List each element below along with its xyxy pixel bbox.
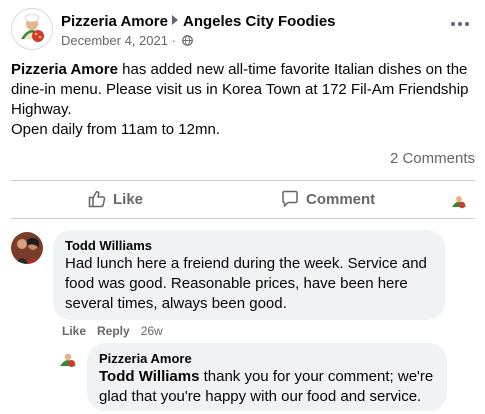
comment-bubble: Todd Williams Had lunch here a freiend d… — [53, 230, 445, 320]
commenter-avatar[interactable] — [11, 232, 43, 264]
comment-as-avatar[interactable] — [449, 191, 469, 211]
post-meta: December 4, 2021 · — [61, 33, 193, 48]
reply-bubble: Pizzeria Amore Todd Williams thank you f… — [87, 343, 447, 411]
comment-like-button[interactable]: Like — [62, 324, 86, 338]
comment-actions: Like Reply 26w — [62, 324, 174, 338]
more-horizontal-icon[interactable] — [451, 20, 469, 28]
thumbs-up-icon — [88, 191, 106, 208]
reply-text-container: Todd Williams thank you for your comment… — [99, 367, 435, 407]
reply-mention[interactable]: Todd Williams — [99, 368, 199, 385]
reply-author[interactable]: Pizzeria Amore — [99, 351, 435, 367]
comment-button[interactable]: Comment — [280, 187, 375, 211]
page-name-link[interactable]: Pizzeria Amore — [61, 13, 168, 30]
page-avatar[interactable] — [11, 8, 53, 50]
caret-right-icon — [172, 15, 178, 25]
post-title: Pizzeria Amore Angeles City Foodies — [61, 13, 336, 30]
post-date[interactable]: December 4, 2021 — [61, 33, 168, 48]
comment-text: Had lunch here a freiend during the week… — [65, 255, 427, 312]
post-body-page-name[interactable]: Pizzeria Amore — [11, 61, 118, 78]
group-name-link[interactable]: Angeles City Foodies — [183, 13, 336, 30]
post-action-bar: Like Comment — [11, 181, 475, 217]
post-hours: Open daily from 11am to 12mn. — [11, 121, 220, 138]
comment-bubble-icon — [282, 190, 298, 207]
globe-icon[interactable] — [181, 34, 193, 46]
divider — [11, 218, 475, 219]
reply-avatar[interactable] — [57, 348, 79, 370]
like-button[interactable]: Like — [87, 187, 143, 211]
post-body: Pizzeria Amore has added new all-time fa… — [11, 60, 475, 140]
post-header: Pizzeria Amore Angeles City Foodies Decem… — [11, 8, 475, 54]
comment-author[interactable]: Todd Williams — [65, 238, 433, 254]
like-label: Like — [113, 190, 144, 208]
comment-label: Comment — [306, 190, 376, 208]
comment-timestamp[interactable]: 26w — [141, 324, 163, 338]
comment-reply-button[interactable]: Reply — [97, 324, 130, 338]
comments-count-link[interactable]: 2 Comments — [390, 150, 475, 167]
